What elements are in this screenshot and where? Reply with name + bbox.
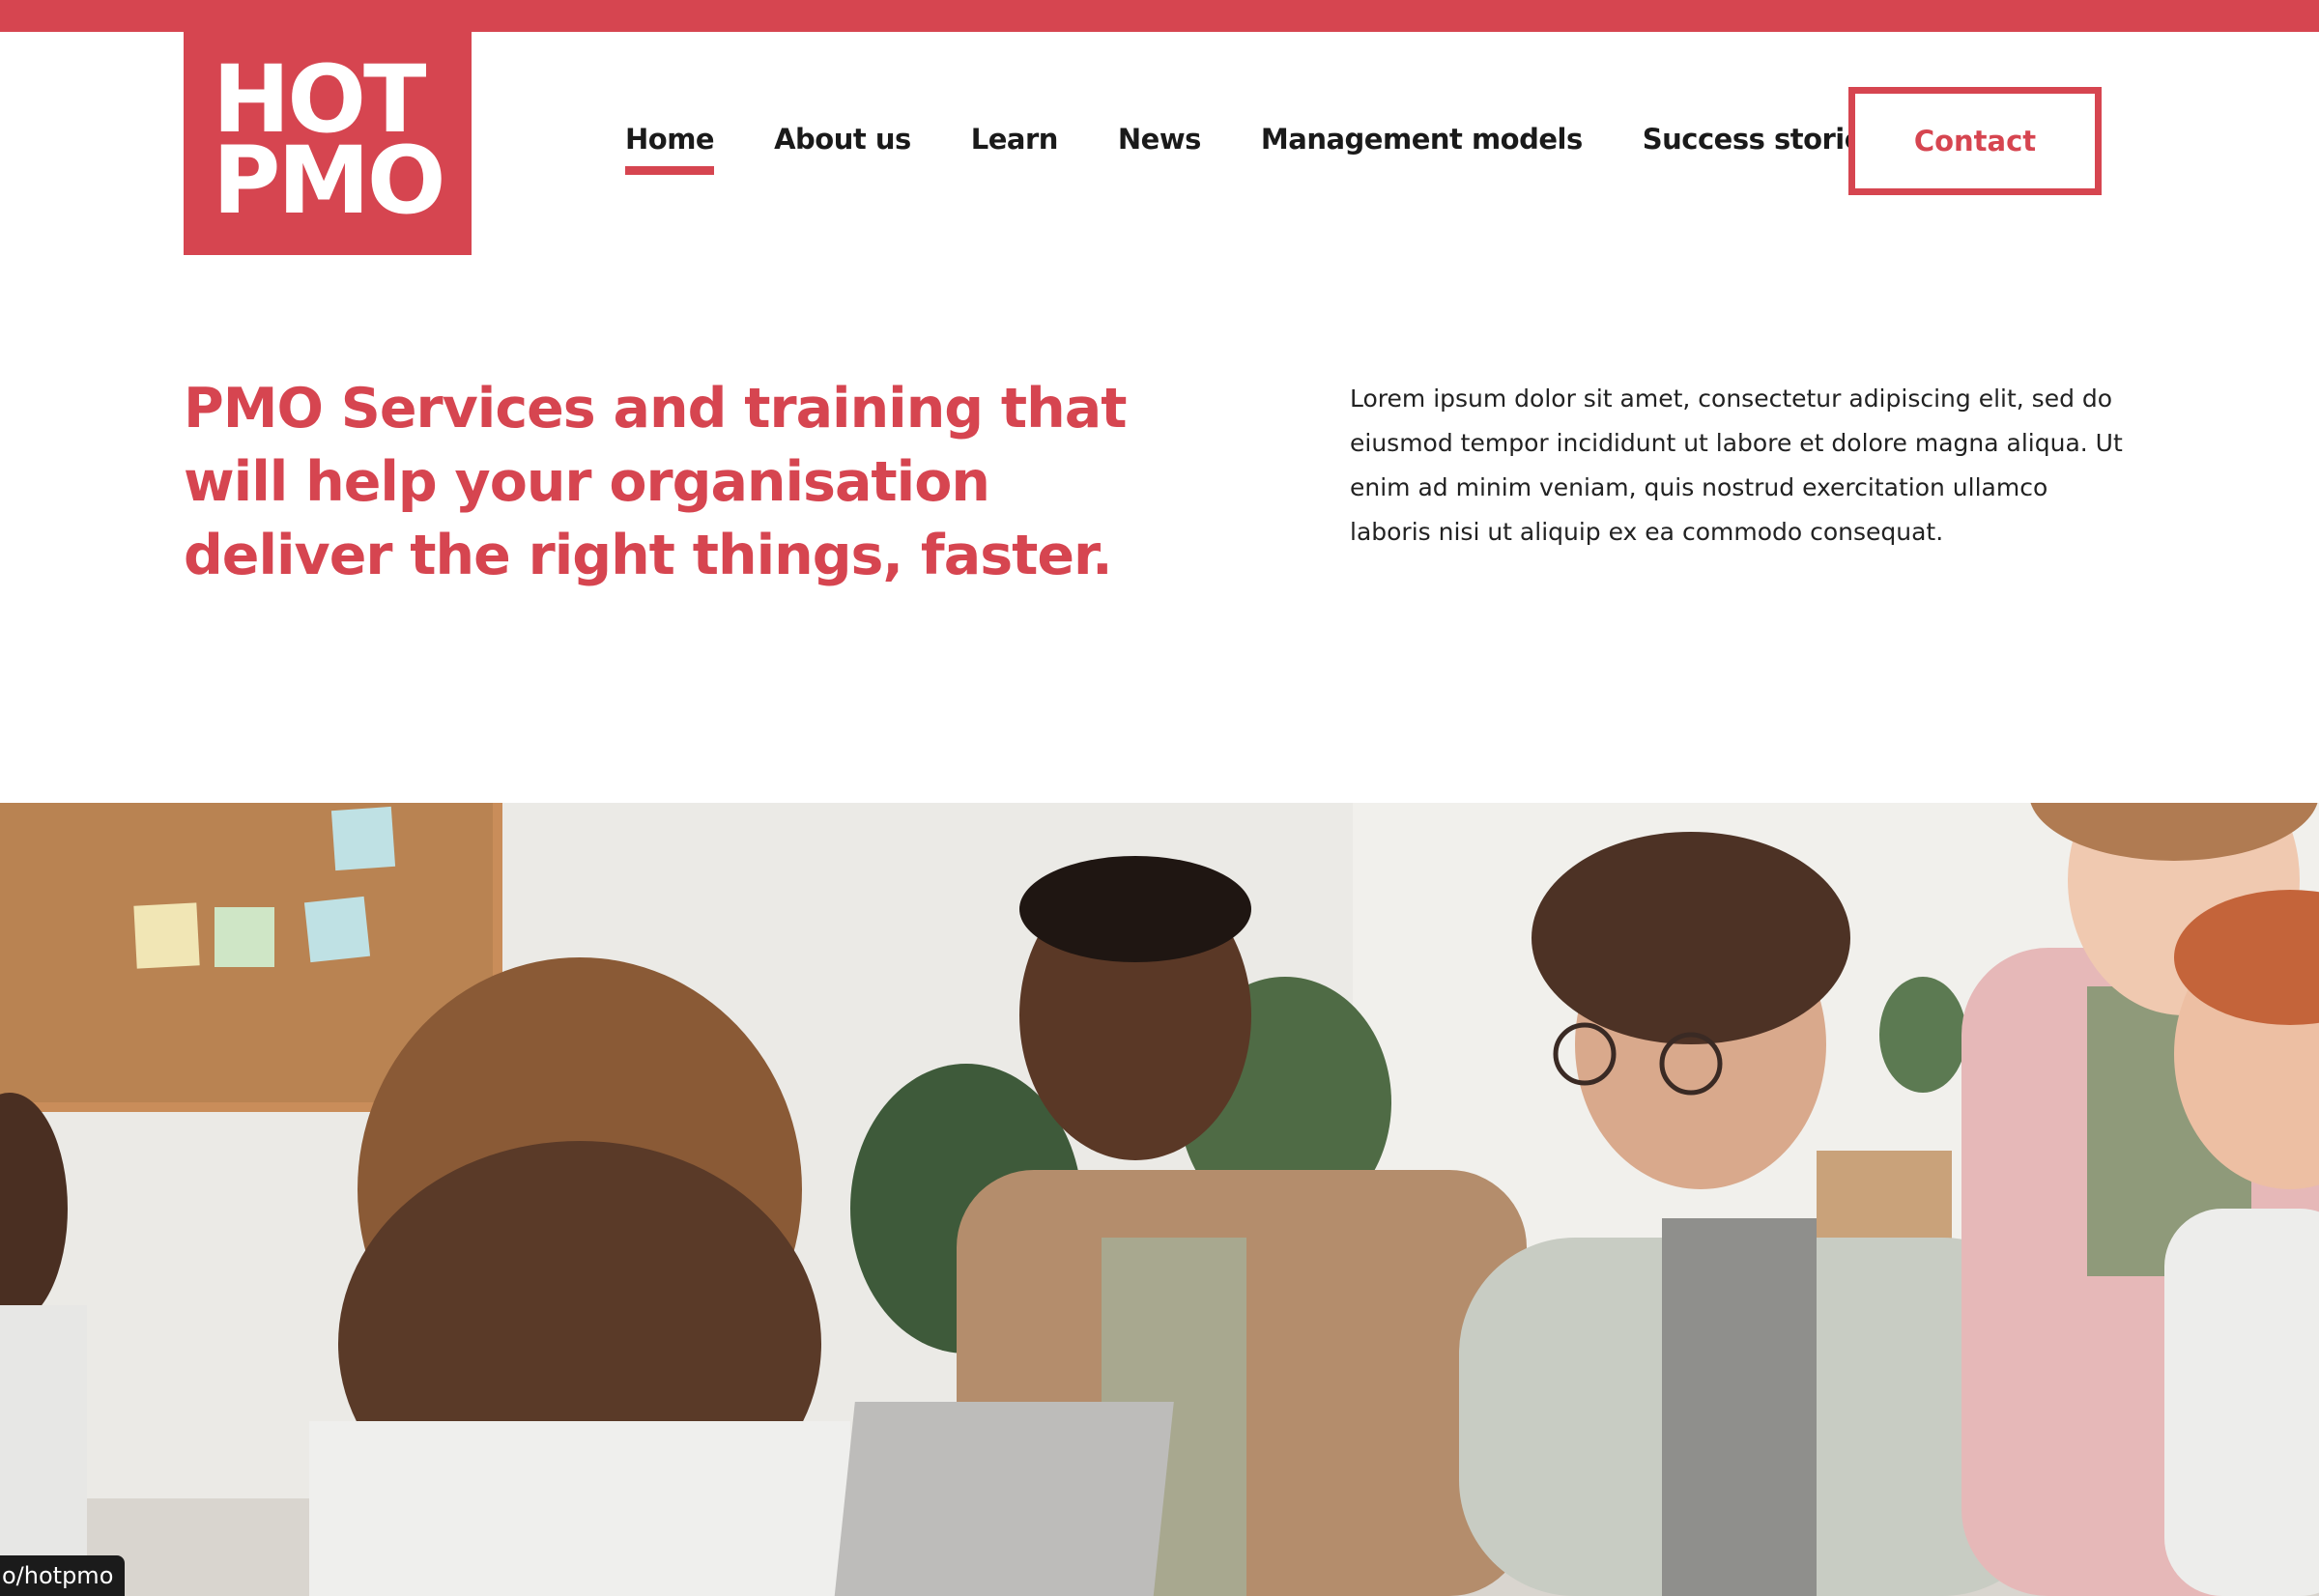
status-url-hint: o/hotpmo [0,1555,126,1596]
contact-button[interactable]: Contact [1848,87,2102,195]
nav-item-management-models[interactable]: Management models [1261,118,1583,185]
hero-description: Lorem ipsum dolor sit amet, consectetur … [1350,385,2123,546]
nav-item-success-stories[interactable]: Success stories [1643,118,1879,185]
hotpmo-logo[interactable]: HOT PMO [184,32,472,255]
nav-item-learn[interactable]: Learn [971,118,1059,185]
hero-team-photo [0,803,2319,1596]
top-accent-bar [0,0,2319,32]
team-meeting-illustration [0,803,2319,1596]
main-nav: Home About us Learn News Management mode… [625,118,1939,185]
nav-item-news[interactable]: News [1118,118,1202,185]
logo-line-2: PMO [213,127,446,235]
hero-title: PMO Services and training that will help… [184,377,1127,587]
nav-item-about-us[interactable]: About us [774,118,911,185]
nav-item-home[interactable]: Home [625,118,715,185]
